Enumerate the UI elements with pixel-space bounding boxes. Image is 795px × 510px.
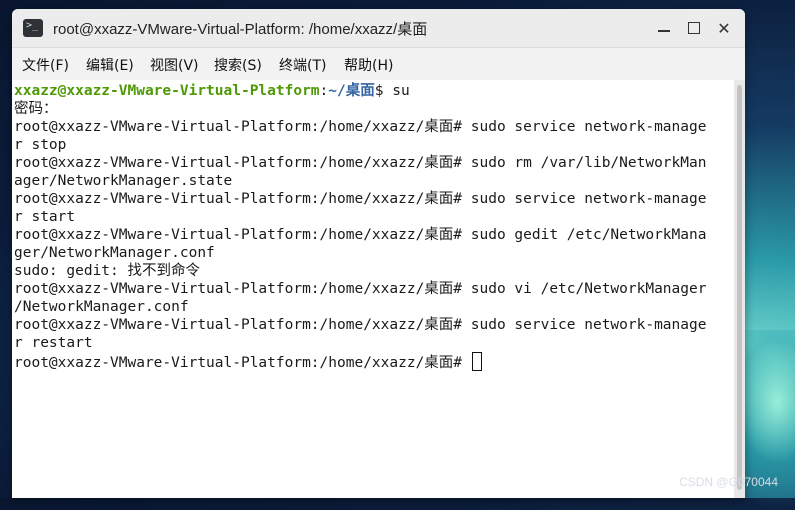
scrollbar[interactable] (734, 80, 745, 498)
terminal-line: r restart (14, 335, 93, 351)
close-icon: ✕ (717, 18, 731, 38)
menu-bar: 文件(F) 编辑(E) 视图(V) 搜索(S) 终端(T) 帮助(H) (12, 48, 745, 80)
terminal-line: root@xxazz-VMware-Virtual-Platform:/home… (14, 191, 707, 207)
terminal-current-line[interactable]: root@xxazz-VMware-Virtual-Platform:/home… (14, 352, 734, 371)
prompt-user: xxazz@xxazz-VMware-Virtual-Platform (14, 83, 320, 99)
terminal-line: 密码： (14, 101, 58, 117)
current-prompt: root@xxazz-VMware-Virtual-Platform:/home… (14, 355, 471, 371)
terminal-line: root@xxazz-VMware-Virtual-Platform:/home… (14, 281, 707, 297)
terminal-line: xxazz@xxazz-VMware-Virtual-Platform:~/桌面… (14, 82, 734, 100)
terminal-line: root@xxazz-VMware-Virtual-Platform:/home… (14, 155, 707, 171)
terminal-line: root@xxazz-VMware-Virtual-Platform:/home… (14, 119, 707, 135)
terminal-line: sudo: gedit: 找不到命令 (14, 263, 200, 279)
terminal-line: root@xxazz-VMware-Virtual-Platform:/home… (14, 317, 707, 333)
menu-view[interactable]: 视图(V) (150, 55, 199, 75)
terminal-window: >_ root@xxazz-VMware-Virtual-Platform: /… (12, 9, 745, 498)
scroll-thumb[interactable] (737, 85, 742, 490)
terminal-line: ger/NetworkManager.conf (14, 245, 215, 261)
terminal-line: /NetworkManager.conf (14, 299, 189, 315)
menu-search[interactable]: 搜索(S) (214, 55, 262, 75)
terminal-line: ager/NetworkManager.state (14, 173, 233, 189)
terminal-line: r stop (14, 137, 67, 153)
minimize-button[interactable] (652, 16, 676, 40)
prompt-path: ~/桌面 (328, 83, 375, 99)
window-title: root@xxazz-VMware-Virtual-Platform: /hom… (53, 21, 428, 38)
maximize-button[interactable] (682, 16, 706, 40)
text-cursor (471, 352, 482, 371)
menu-terminal[interactable]: 终端(T) (279, 55, 326, 75)
watermark: CSDN @G070044 (679, 475, 778, 489)
prompt-command: $ su (374, 83, 410, 99)
terminal-icon: >_ (23, 19, 43, 37)
menu-file[interactable]: 文件(F) (22, 55, 69, 75)
terminal-output[interactable]: xxazz@xxazz-VMware-Virtual-Platform:~/桌面… (12, 80, 734, 498)
terminal-line: root@xxazz-VMware-Virtual-Platform:/home… (14, 227, 707, 243)
maximize-icon (688, 22, 700, 34)
terminal-line: r start (14, 209, 76, 225)
menu-edit[interactable]: 编辑(E) (86, 55, 134, 75)
prompt-colon: : (319, 83, 329, 99)
title-bar[interactable]: >_ root@xxazz-VMware-Virtual-Platform: /… (12, 9, 745, 48)
close-button[interactable]: ✕ (712, 16, 736, 40)
menu-help[interactable]: 帮助(H) (344, 55, 393, 75)
minimize-icon (658, 30, 670, 32)
